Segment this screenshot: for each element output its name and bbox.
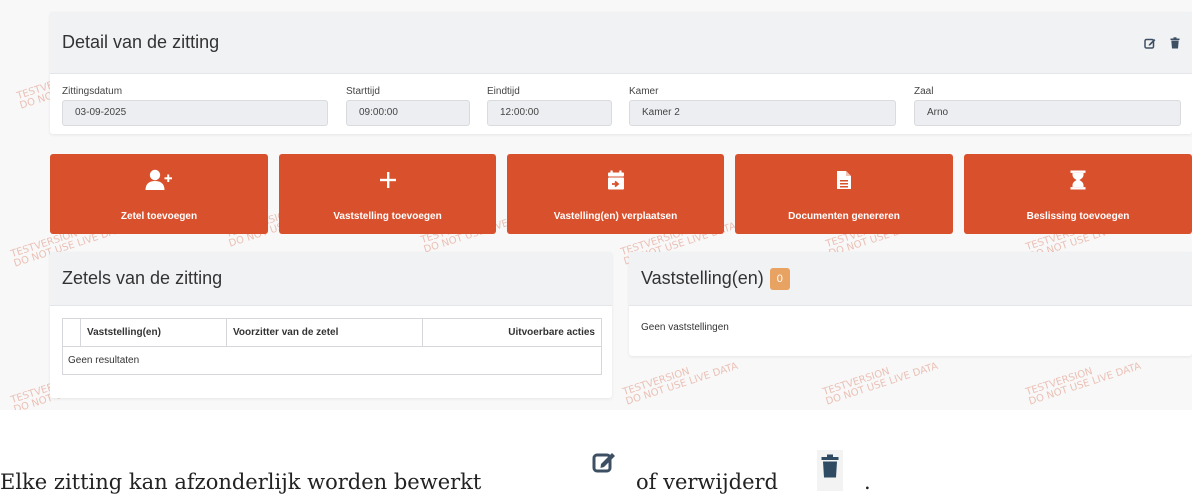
watermark: TESTVERSIONDO NOT USE LIVE DATA [621, 360, 740, 408]
move-findings-label: Vastelling(en) verplaatsen [553, 211, 678, 222]
trash-icon[interactable] [1170, 36, 1180, 49]
findings-empty: Geen vaststellingen [641, 322, 729, 333]
seats-table: Vaststelling(en) Voorzitter van de zetel… [62, 318, 602, 375]
findings-card: Vaststelling(en) 0 Geen vaststellingen [629, 252, 1192, 356]
column-header-actions: Uitvoerbare acties [422, 318, 602, 347]
watermark: TESTVERSIONDO NOT USE LIVE DATA [821, 360, 940, 408]
findings-count-badge: 0 [769, 267, 790, 290]
caption: Elke zitting kan afzonderlijk worden bew… [0, 470, 481, 494]
session-detail-header: Detail van de zitting [50, 12, 1192, 74]
column-header-select [62, 318, 81, 347]
document-icon [836, 169, 852, 191]
hourglass-icon [1070, 169, 1086, 191]
hall-field[interactable]: Arno [914, 100, 1181, 126]
move-findings-button[interactable]: Vastelling(en) verplaatsen [507, 154, 724, 234]
caption-part3: . [864, 470, 871, 494]
add-decision-button[interactable]: Beslissing toevoegen [964, 154, 1192, 234]
start-time-label: Starttijd [346, 86, 380, 97]
table-header-row: Vaststelling(en) Voorzitter van de zetel… [62, 318, 602, 347]
date-field[interactable]: 03-09-2025 [62, 100, 328, 126]
add-finding-label: Vaststelling toevoegen [333, 211, 442, 222]
add-seat-button[interactable]: Zetel toevoegen [50, 154, 268, 234]
column-header-findings[interactable]: Vaststelling(en) [80, 318, 227, 347]
add-finding-button[interactable]: Vaststelling toevoegen [279, 154, 496, 234]
user-plus-icon [145, 169, 173, 191]
screenshot-area: TESTVERSIONDO NOT USE LIVE DATA TESTVERS… [0, 0, 1192, 410]
plus-icon [378, 169, 398, 191]
date-label: Zittingsdatum [62, 86, 123, 97]
generate-documents-label: Documenten genereren [788, 211, 900, 222]
trash-icon [817, 450, 843, 491]
seats-title: Zetels van de zitting [62, 268, 223, 288]
seats-card-header: Zetels van de zitting [50, 252, 612, 306]
add-seat-label: Zetel toevoegen [120, 211, 198, 222]
caption-end: . [864, 470, 871, 494]
caption-part2: of verwijderd [636, 470, 778, 494]
findings-card-header: Vaststelling(en) 0 [629, 252, 1192, 306]
empty-results: Geen resultaten [62, 346, 602, 375]
room-field[interactable]: Kamer 2 [629, 100, 896, 126]
page-title: Detail van de zitting [62, 32, 220, 52]
column-header-chair[interactable]: Voorzitter van de zetel [226, 318, 423, 347]
room-label: Kamer [629, 86, 659, 97]
end-time-label: Eindtijd [487, 86, 520, 97]
watermark: TESTVERSIONDO NOT USE LIVE DATA [1024, 360, 1143, 408]
generate-documents-button[interactable]: Documenten genereren [735, 154, 953, 234]
calendar-move-icon [607, 169, 625, 191]
edit-icon[interactable] [1144, 37, 1156, 49]
caption-part1: Elke zitting kan afzonderlijk worden bew… [0, 470, 482, 494]
start-time-field[interactable]: 09:00:00 [346, 100, 470, 126]
end-time-field[interactable]: 12:00:00 [487, 100, 612, 126]
caption-middle: of verwijderd [636, 470, 778, 494]
add-decision-label: Beslissing toevoegen [1026, 211, 1130, 222]
edit-icon [592, 450, 618, 479]
hall-label: Zaal [914, 86, 934, 97]
findings-title: Vaststelling(en) [641, 268, 764, 288]
table-row: Geen resultaten [62, 346, 602, 375]
